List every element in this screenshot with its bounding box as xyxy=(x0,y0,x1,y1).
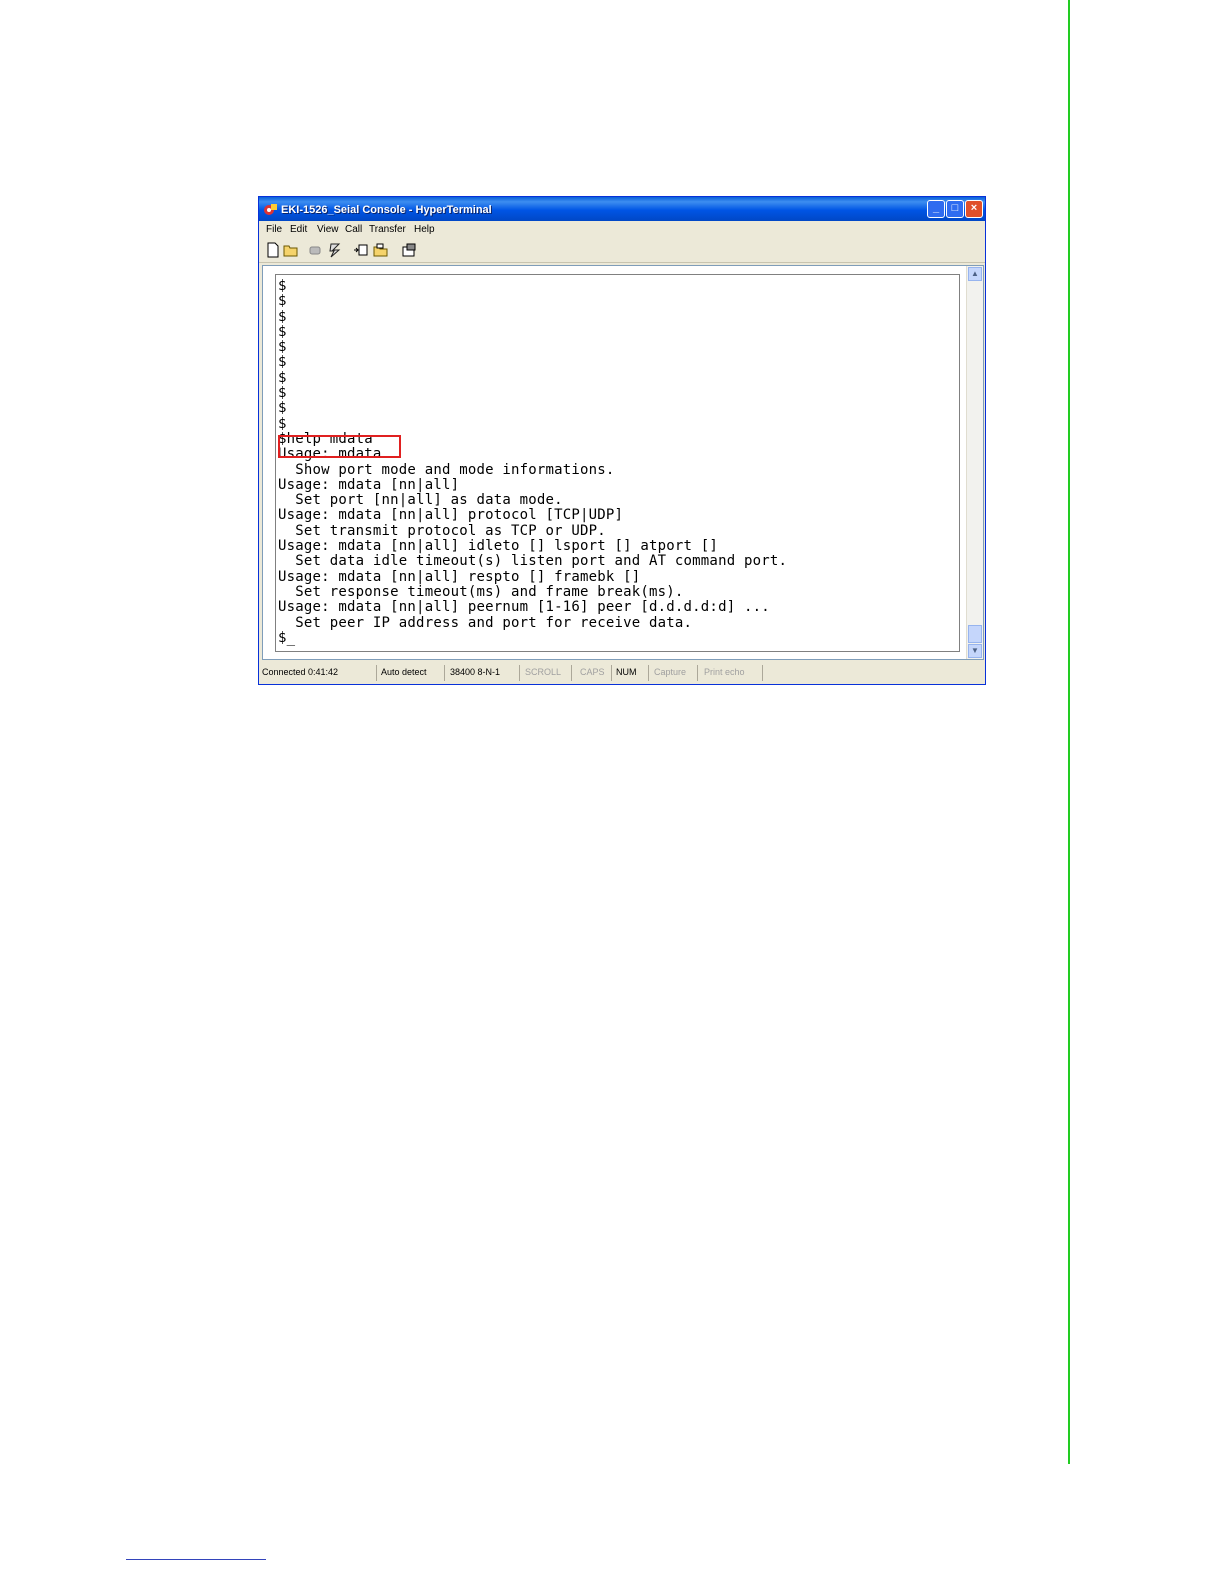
send-icon[interactable] xyxy=(353,242,369,258)
terminal-area[interactable]: $ $ $ $ $ $ $ $ $ $ $help mdata Usage: mdata Show p… xyxy=(262,265,984,660)
terminal-line: $ xyxy=(278,278,287,294)
properties-icon[interactable] xyxy=(401,242,417,258)
command-highlight-box xyxy=(278,435,401,458)
terminal-line: $ xyxy=(278,339,287,356)
status-separator xyxy=(376,665,377,681)
terminal-line: Set response timeout(ms) and frame break… xyxy=(278,583,684,600)
terminal-line: Usage: mdata [nn|all] xyxy=(278,476,460,493)
status-separator xyxy=(519,665,520,681)
terminal-line: Usage: mdata [nn|all] protocol [TCP|UDP] xyxy=(278,507,624,524)
status-separator xyxy=(648,665,649,681)
terminal-line: Set data idle timeout(s) listen port and… xyxy=(278,553,788,570)
hyperterminal-window: EKI-1526_Seial Console - HyperTerminal _… xyxy=(258,196,986,685)
footer-rule xyxy=(126,1559,266,1560)
open-icon[interactable] xyxy=(283,242,299,258)
title-bar[interactable]: EKI-1526_Seial Console - HyperTerminal _… xyxy=(259,197,985,221)
window-title: EKI-1526_Seial Console - HyperTerminal xyxy=(281,204,492,216)
new-icon[interactable] xyxy=(265,242,281,258)
menu-view[interactable]: View xyxy=(317,224,339,235)
terminal-line: $ xyxy=(278,323,287,340)
terminal-line: $ xyxy=(278,385,287,402)
status-scroll: SCROLL xyxy=(525,667,562,677)
status-settings: 38400 8-N-1 xyxy=(450,667,501,677)
menu-bar: File Edit View Call Transfer Help xyxy=(259,221,985,238)
status-connected: Connected 0:41:42 xyxy=(262,667,339,677)
status-capture: Capture xyxy=(654,667,687,677)
disconnect-icon[interactable] xyxy=(307,242,323,258)
maximize-button[interactable]: □ xyxy=(946,200,964,218)
menu-edit[interactable]: Edit xyxy=(290,224,307,235)
status-num: NUM xyxy=(616,667,637,677)
status-detect: Auto detect xyxy=(381,667,427,677)
scroll-down-arrow-icon[interactable]: ▼ xyxy=(968,644,982,658)
minimize-button[interactable]: _ xyxy=(927,200,945,218)
terminal-line: Usage: mdata [nn|all] idleto [] lsport [… xyxy=(278,538,719,555)
menu-call[interactable]: Call xyxy=(345,224,362,235)
terminal-line: Usage: mdata [nn|all] peernum [1-16] pee… xyxy=(278,599,770,616)
page-side-rule xyxy=(1068,0,1070,1464)
toolbar xyxy=(259,238,985,263)
terminal-screen[interactable]: $ $ $ $ $ $ $ $ $ $ $help mdata Usage: mdata Show p… xyxy=(275,274,960,652)
status-bar: Connected 0:41:42 Auto detect 38400 8-N-… xyxy=(259,663,985,683)
menu-help[interactable]: Help xyxy=(414,224,435,235)
terminal-line: Set port [nn|all] as data mode. xyxy=(278,492,563,509)
menu-transfer[interactable]: Transfer xyxy=(369,224,406,235)
dial-icon[interactable] xyxy=(327,242,343,258)
terminal-line: $ xyxy=(278,308,287,325)
vertical-scrollbar[interactable]: ▲ ▼ xyxy=(966,266,983,659)
scroll-up-arrow-icon[interactable]: ▲ xyxy=(968,267,982,281)
terminal-line: Set transmit protocol as TCP or UDP. xyxy=(278,522,606,539)
terminal-line: Usage: mdata [nn|all] respto [] framebk … xyxy=(278,568,641,585)
status-separator xyxy=(697,665,698,681)
status-separator xyxy=(444,665,445,681)
terminal-output: $ $ $ $ $ $ $ $ $ $ $help mdata Usage: mdata Show p… xyxy=(278,278,788,646)
terminal-line: $ xyxy=(278,400,287,417)
scroll-thumb[interactable] xyxy=(968,625,982,643)
terminal-line: $_ xyxy=(278,629,296,646)
status-print-echo: Print echo xyxy=(704,667,745,677)
close-button[interactable]: × xyxy=(965,200,983,218)
receive-icon[interactable] xyxy=(373,242,389,258)
status-separator xyxy=(611,665,612,681)
terminal-line: Set peer IP address and port for receive… xyxy=(278,614,693,631)
terminal-line: Show port mode and mode informations. xyxy=(278,461,615,478)
menu-file[interactable]: File xyxy=(266,224,282,235)
terminal-line: $ xyxy=(278,293,287,310)
status-separator xyxy=(762,665,763,681)
terminal-line: $ xyxy=(278,354,287,371)
terminal-line: $ xyxy=(278,369,287,386)
terminal-line: $ xyxy=(278,415,287,432)
status-separator xyxy=(571,665,572,681)
status-caps: CAPS xyxy=(580,667,605,677)
hyperterminal-app-icon[interactable] xyxy=(263,201,279,217)
